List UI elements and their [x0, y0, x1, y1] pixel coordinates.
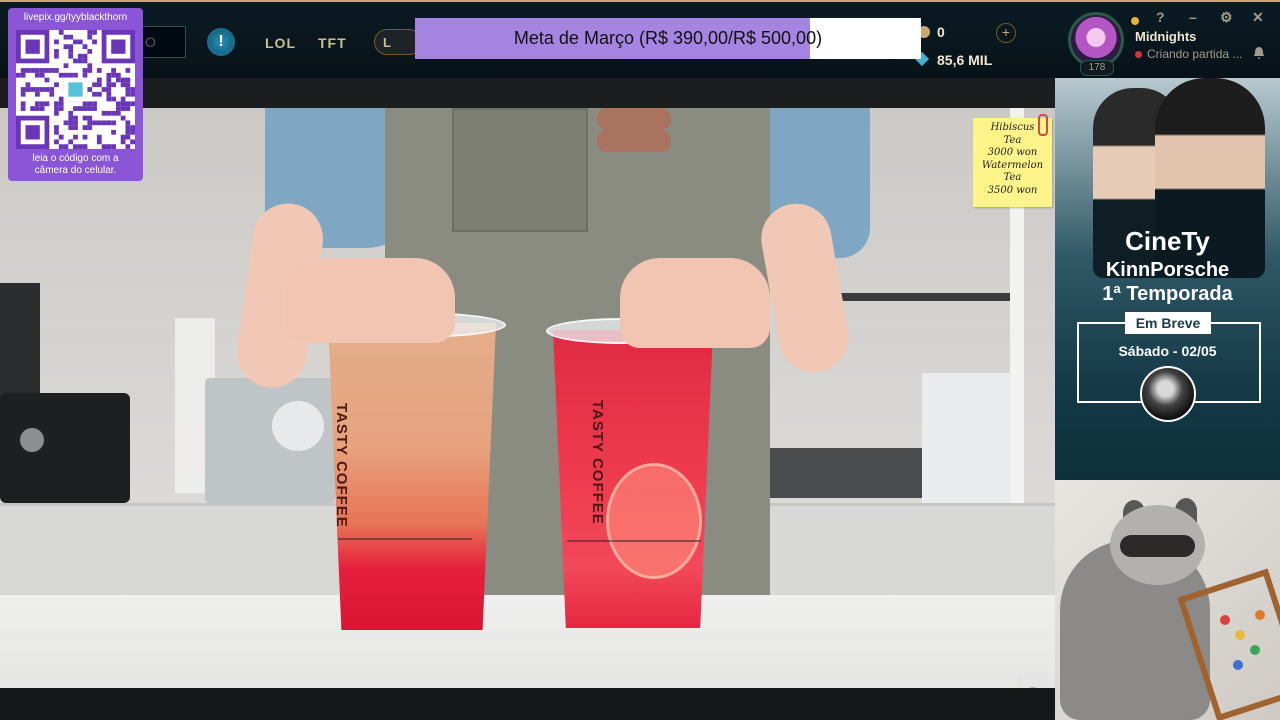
- promo-date: Sábado - 02/05: [1118, 343, 1217, 359]
- minimize-button[interactable]: –: [1189, 9, 1197, 25]
- promo-title: KinnPorsche 1ª Temporada: [1055, 258, 1280, 306]
- expand-icon[interactable]: ⇔: [1018, 673, 1048, 688]
- note-line: Watermelon: [981, 159, 1044, 171]
- abacus-bead: [1233, 660, 1243, 670]
- buy-currency-button[interactable]: +: [996, 23, 1016, 43]
- notification-bell-icon[interactable]: [1253, 46, 1265, 60]
- qr-url: livepix.gg/tyyblackthorn: [23, 12, 128, 23]
- blue-essence-value: 85,6 MIL: [937, 52, 993, 68]
- video-top-margin: [0, 78, 1055, 108]
- cup-brand-label: TASTY COFFEE: [589, 400, 606, 525]
- machine-knob: [20, 428, 44, 452]
- cinety-promo-banner: CineTy KinnPorsche 1ª Temporada Em Breve…: [1055, 78, 1280, 480]
- note-line: 3000 won: [987, 147, 1038, 158]
- qr-caption: leia o código com a câmera do celular.: [8, 153, 143, 177]
- settings-button[interactable]: ⚙: [1220, 9, 1233, 26]
- donation-goal-bar: Meta de Março (R$ 390,00/R$ 500,00): [415, 18, 921, 59]
- orange-slice: [606, 463, 702, 579]
- lobby-status-text: Criando partida ...: [1147, 47, 1243, 61]
- raccoon-mask: [1120, 535, 1195, 557]
- note-line: 3500 won: [987, 184, 1038, 196]
- hibiscus-tea-cup: [328, 323, 496, 630]
- stream-video[interactable]: TASTY COFFEE TASTY COFFEE Hibiscus Tea 3…: [0, 108, 1055, 688]
- apron-pocket: [452, 108, 588, 232]
- status-dot-icon: [1131, 17, 1139, 25]
- search-input[interactable]: O: [138, 26, 186, 58]
- qr-code-icon: [16, 30, 135, 149]
- cup-fill-line: [567, 540, 701, 542]
- cup-brand-label: TASTY COFFEE: [333, 403, 350, 528]
- rack-lower: [760, 448, 930, 498]
- close-button[interactable]: ✕: [1252, 9, 1264, 26]
- help-button[interactable]: ?: [1156, 9, 1165, 25]
- counter-top: [0, 595, 1055, 688]
- tab-tft[interactable]: TFT: [318, 35, 347, 51]
- hand-left: [285, 258, 455, 343]
- abacus-bead: [1220, 615, 1230, 625]
- webcam-raccoon: [1055, 480, 1280, 720]
- ice-box-lid: [272, 401, 324, 451]
- promo-title-line: KinnPorsche: [1105, 259, 1230, 281]
- level-badge: 178: [1080, 60, 1114, 76]
- riot-points-value: 0: [937, 24, 945, 40]
- livepix-qr-overlay: livepix.gg/tyyblackthorn leia o código c…: [8, 8, 143, 181]
- apron-strap: [597, 108, 671, 130]
- lobby-status: Criando partida ...: [1135, 47, 1242, 61]
- note-line: Tea: [1003, 134, 1022, 146]
- note-line: Tea: [1003, 172, 1022, 183]
- channel-avatar: [1140, 366, 1196, 422]
- hand-right: [620, 258, 770, 348]
- coffee-machine: [0, 393, 130, 503]
- tab-lol[interactable]: LOL: [265, 35, 296, 51]
- coming-soon-badge: Em Breve: [1125, 312, 1211, 334]
- rack: [840, 293, 1020, 301]
- promo-brand: CineTy: [1125, 226, 1210, 256]
- storage-tub: [922, 373, 1022, 503]
- paper-clip-icon: [1038, 114, 1048, 136]
- qr-caption-line: leia o código com a: [32, 153, 119, 164]
- video-bottom-margin: [0, 688, 1055, 720]
- cup-fill-line: [338, 538, 472, 540]
- apron-strap: [597, 130, 671, 152]
- alert-icon[interactable]: !: [207, 28, 235, 56]
- qr-caption-line: câmera do celular.: [34, 165, 117, 176]
- busy-dot-icon: [1135, 51, 1142, 58]
- summoner-name[interactable]: Midnights: [1135, 29, 1196, 44]
- abacus-bead: [1255, 610, 1265, 620]
- abacus-bead: [1235, 630, 1245, 640]
- abacus-bead: [1250, 645, 1260, 655]
- goal-label: Meta de Março (R$ 390,00/R$ 500,00): [513, 28, 823, 48]
- promo-title-line: 1ª Temporada: [1102, 283, 1233, 305]
